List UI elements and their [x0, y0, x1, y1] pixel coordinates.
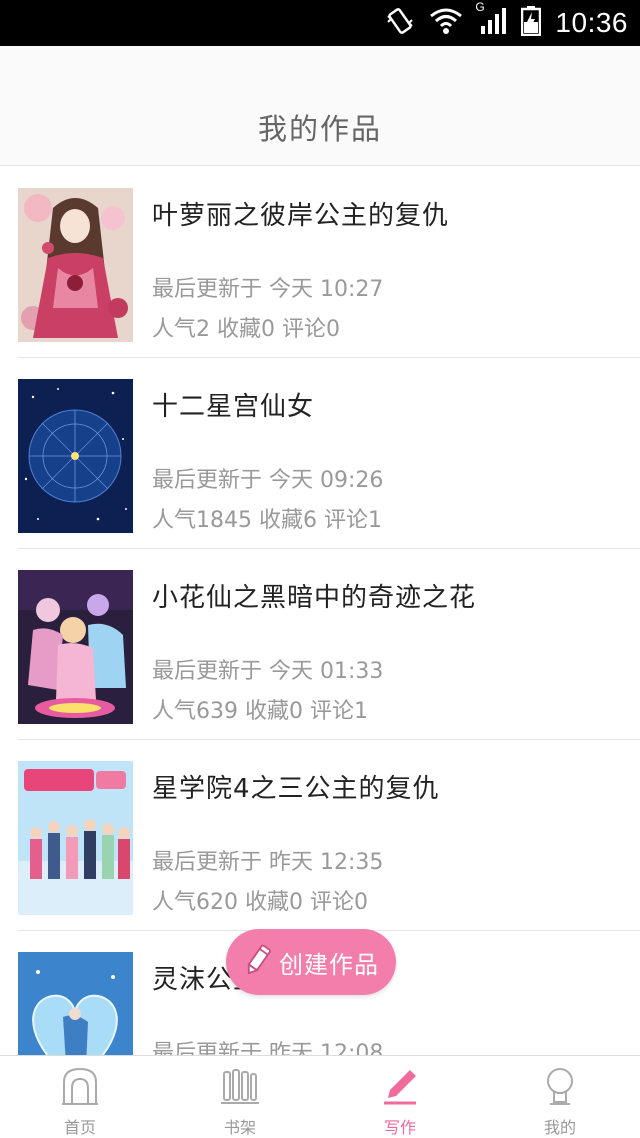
battery-charging-icon: [521, 6, 542, 40]
work-item[interactable]: 叶萝丽之彼岸公主的复仇 最后更新于 今天 10:27 人气2 收藏0 评论0: [0, 167, 640, 358]
status-icons: G 10:36: [385, 0, 628, 40]
work-stats: 人气1845 收藏6 评论1: [152, 508, 382, 533]
work-item[interactable]: 十二星宫仙女 最后更新于 今天 09:26 人气1845 收藏6 评论1: [0, 358, 640, 549]
nav-item-profile[interactable]: 我的: [480, 1056, 640, 1138]
vibrate-icon: [385, 6, 415, 40]
work-updated: 最后更新于 昨天 12:35: [152, 850, 384, 875]
wifi-icon: [429, 7, 463, 39]
home-icon: [60, 1064, 100, 1108]
work-title[interactable]: 星学院4之三公主的复仇: [152, 768, 440, 805]
pencil-icon: [243, 942, 273, 982]
zodiac-chart-cover[interactable]: [18, 379, 133, 533]
work-updated: 最后更新于 今天 01:33: [152, 659, 384, 684]
create-work-button[interactable]: 创建作品: [226, 929, 396, 995]
nav-item-home[interactable]: 首页: [0, 1056, 160, 1138]
bookshelf-icon: [220, 1064, 260, 1108]
nav-label-home: 首页: [63, 1118, 96, 1137]
work-updated: 最后更新于 昨天 12:08: [152, 1041, 384, 1055]
flower-fairy-cover[interactable]: [18, 570, 133, 724]
works-list[interactable]: 叶萝丽之彼岸公主的复仇 最后更新于 今天 10:27 人气2 收藏0 评论0 十…: [0, 167, 640, 1055]
create-work-label: 创建作品: [279, 950, 379, 979]
page-header: 我的作品: [0, 46, 640, 166]
work-updated: 最后更新于 今天 10:27: [152, 277, 384, 302]
pencil-icon: [380, 1064, 420, 1108]
crystal-heart-cover[interactable]: [18, 952, 133, 1055]
anime-girl-cover[interactable]: [18, 188, 133, 342]
signal-letter: G: [475, 0, 485, 14]
nav-label-profile: 我的: [543, 1118, 576, 1137]
page-title: 我的作品: [257, 112, 382, 146]
bottom-nav: 首页 书架 写作 我的: [0, 1055, 640, 1138]
status-time: 10:36: [555, 7, 628, 38]
nav-label-bookshelf: 书架: [223, 1118, 256, 1137]
status-bar: G 10:36: [0, 0, 640, 46]
work-item[interactable]: 星学院4之三公主的复仇 最后更新于 昨天 12:35 人气620 收藏0 评论0: [0, 740, 640, 931]
work-updated: 最后更新于 今天 09:26: [152, 468, 384, 493]
nav-item-write[interactable]: 写作: [320, 1056, 480, 1138]
nav-label-write: 写作: [383, 1118, 416, 1137]
signal-icon: G: [475, 0, 507, 40]
work-stats: 人气639 收藏0 评论1: [152, 699, 368, 724]
work-stats: 人气620 收藏0 评论0: [152, 890, 368, 915]
profile-icon: [540, 1064, 580, 1108]
work-title[interactable]: 十二星宫仙女: [152, 386, 314, 423]
nav-item-bookshelf[interactable]: 书架: [160, 1056, 320, 1138]
work-title[interactable]: 叶萝丽之彼岸公主的复仇: [152, 195, 449, 232]
work-stats: 人气2 收藏0 评论0: [152, 317, 340, 342]
work-title[interactable]: 小花仙之黑暗中的奇迹之花: [152, 577, 476, 614]
work-item[interactable]: 小花仙之黑暗中的奇迹之花 最后更新于 今天 01:33 人气639 收藏0 评论…: [0, 549, 640, 740]
star-academy-cover[interactable]: [18, 761, 133, 915]
